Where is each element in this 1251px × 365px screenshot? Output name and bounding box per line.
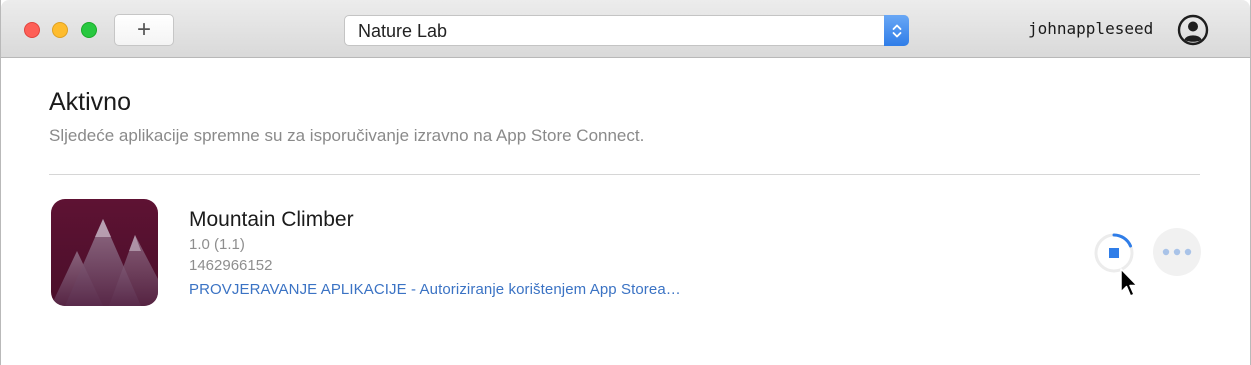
title-bar: + Nature Lab johnappleseed (1, 0, 1250, 58)
app-window: + Nature Lab johnappleseed Aktivno Sljed… (0, 0, 1251, 365)
minimize-window-button[interactable] (52, 22, 68, 38)
account-username: johnappleseed (1028, 19, 1154, 38)
mouse-pointer-icon (1119, 268, 1139, 300)
section-title: Aktivno (49, 88, 131, 116)
mountain-app-icon (51, 199, 158, 306)
app-version: 1.0 (1.1) (189, 236, 245, 253)
app-status: PROVJERAVANJE APLIKACIJE - Autoriziranje… (189, 281, 681, 298)
plus-icon: + (136, 16, 151, 43)
chevron-up-down-icon (884, 15, 909, 46)
add-button[interactable]: + (114, 14, 174, 46)
zoom-window-button[interactable] (81, 22, 97, 38)
ellipsis-icon (1162, 248, 1192, 256)
person-circle-icon[interactable] (1177, 14, 1209, 46)
more-options-button[interactable] (1153, 228, 1201, 276)
section-subtitle: Sljedeće aplikacije spremne su za isporu… (49, 126, 645, 145)
app-id: 1462966152 (189, 257, 273, 274)
team-select-value: Nature Lab (358, 21, 448, 41)
app-name: Mountain Climber (189, 208, 354, 231)
stop-icon (1109, 248, 1119, 258)
team-select[interactable]: Nature Lab (344, 15, 909, 46)
close-window-button[interactable] (24, 22, 40, 38)
divider (49, 174, 1200, 175)
